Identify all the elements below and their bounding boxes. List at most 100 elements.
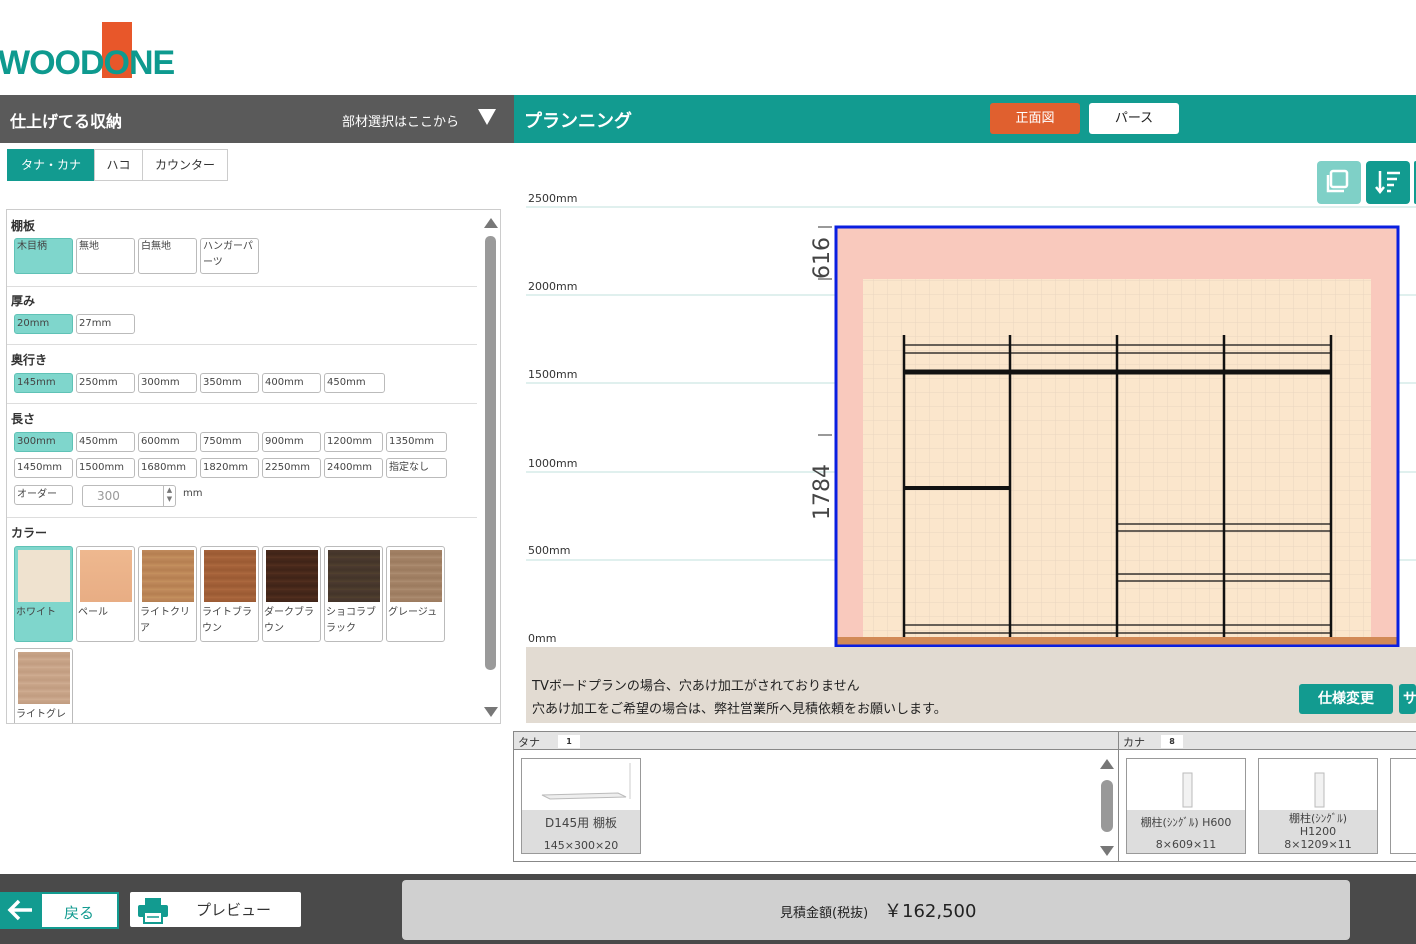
color-swatch-white[interactable]: ホワイト <box>14 546 73 642</box>
part-card[interactable] <box>1390 758 1416 854</box>
scroll-up-icon <box>1100 759 1114 769</box>
color-label: グレージュ <box>388 607 438 618</box>
option-length-750[interactable]: 750mm <box>200 432 259 452</box>
preview-button[interactable]: プレビュー <box>130 892 301 927</box>
part-size: 145×300×20 <box>543 839 619 852</box>
option-depth-145[interactable]: 145mm <box>14 373 73 393</box>
section-title-length: 長さ <box>11 412 36 426</box>
y-label-1000: 1000mm <box>528 457 577 470</box>
divider <box>7 344 477 345</box>
color-sample <box>18 550 70 602</box>
color-swatch-pale[interactable]: ペール <box>76 546 135 642</box>
option-depth-350[interactable]: 350mm <box>200 373 259 393</box>
stepper-arrows-icon[interactable]: ▲ ▼ <box>163 486 175 506</box>
part-card[interactable]: D145用 棚板 145×300×20 <box>521 758 641 854</box>
color-sample <box>328 550 380 602</box>
parts-scrollbar[interactable] <box>1098 754 1116 860</box>
option-thickness-27[interactable]: 27mm <box>76 314 135 334</box>
option-length-1200[interactable]: 1200mm <box>324 432 383 452</box>
parts-panel-title: タナ <box>518 736 540 749</box>
option-length-order[interactable]: オーダー <box>14 485 73 505</box>
option-depth-450[interactable]: 450mm <box>324 373 385 393</box>
front-view-button[interactable]: 正面図 <box>990 103 1080 134</box>
option-length-1820[interactable]: 1820mm <box>200 458 259 478</box>
divider <box>7 286 477 287</box>
part-card[interactable]: 棚柱(ｼﾝｸﾞﾙ) H1200 8×1209×11 <box>1258 758 1378 854</box>
shelf-board-thumbnail <box>541 763 631 800</box>
tab-tana-kana[interactable]: タナ・カナ <box>7 149 95 181</box>
preview-label: プレビュー <box>196 901 272 919</box>
perspective-button[interactable]: パース <box>1089 103 1179 134</box>
logo-text: WOODONE <box>0 44 175 80</box>
order-length-value[interactable]: 300 <box>97 489 120 503</box>
option-length-1680[interactable]: 1680mm <box>138 458 197 478</box>
color-swatch-greige[interactable]: グレージュ <box>386 546 445 642</box>
color-label: ショコラブラック <box>326 607 376 634</box>
option-length-2250[interactable]: 2250mm <box>262 458 321 478</box>
left-panel-title: 仕上げてる収納 <box>10 112 123 131</box>
option-length-1450[interactable]: 1450mm <box>14 458 73 478</box>
divider <box>7 403 477 404</box>
option-shelf-hanger-parts[interactable]: ハンガーパーツ <box>200 238 259 274</box>
left-panel-header: 仕上げてる収納 部材選択はここから <box>0 95 514 143</box>
back-button[interactable]: 戻る <box>0 892 119 929</box>
scroll-thumb <box>1101 780 1113 832</box>
color-label: ライトブラウン <box>202 607 252 634</box>
color-swatch-light-brown[interactable]: ライトブラウン <box>200 546 259 642</box>
option-length-450[interactable]: 450mm <box>76 432 135 452</box>
scroll-down-icon <box>484 707 498 717</box>
estimate-label: 見積金額(税抜) <box>780 906 869 921</box>
color-sample <box>80 550 132 602</box>
parts-panel-header: タナ 1 <box>514 732 1118 750</box>
option-shelf-woodgrain[interactable]: 木目柄 <box>14 238 73 274</box>
woodone-logo: WOODONE <box>0 22 176 80</box>
part-card[interactable]: 棚柱(ｼﾝｸﾞﾙ) H600 8×609×11 <box>1126 758 1246 854</box>
part-name: 棚柱(ｼﾝｸﾞﾙ) H1200 <box>1288 812 1348 838</box>
dropdown-triangle-icon[interactable] <box>478 109 496 125</box>
estimate-total-box: 見積金額(税抜) ￥162,500 <box>402 880 1350 940</box>
option-length-1350[interactable]: 1350mm <box>386 432 447 452</box>
section-title-color: カラー <box>11 526 48 540</box>
back-arrow-icon <box>7 899 32 921</box>
part-selector-label[interactable]: 部材選択はここから <box>342 111 459 130</box>
spec-change-button[interactable]: 仕様変更 <box>1299 684 1393 714</box>
option-length-900[interactable]: 900mm <box>262 432 321 452</box>
option-thickness-20[interactable]: 20mm <box>14 314 73 334</box>
options-scrollbar[interactable] <box>481 210 501 723</box>
option-length-300[interactable]: 300mm <box>14 432 73 452</box>
option-length-2400[interactable]: 2400mm <box>324 458 383 478</box>
option-depth-250[interactable]: 250mm <box>76 373 135 393</box>
post-thumbnail <box>1182 772 1193 808</box>
parts-panel-header: カナ 8 <box>1119 732 1416 750</box>
color-swatch-light-gray[interactable]: ライトグレ <box>14 648 73 723</box>
post-thumbnail <box>1314 772 1325 808</box>
option-depth-400[interactable]: 400mm <box>262 373 321 393</box>
next-action-button[interactable]: サ <box>1399 684 1416 714</box>
tab-hako[interactable]: ハコ <box>94 149 143 181</box>
part-name: 棚柱(ｼﾝｸﾞﾙ) H600 <box>1140 816 1232 829</box>
part-caption: D145用 棚板 145×300×20 <box>522 810 640 853</box>
order-length-stepper[interactable]: 300 ▲ ▼ <box>82 485 176 507</box>
option-shelf-white-plain[interactable]: 白無地 <box>138 238 197 274</box>
option-length-unspecified[interactable]: 指定なし <box>386 458 447 478</box>
front-view-drawing[interactable]: 2500mm 2000mm 1500mm 1000mm 500mm 0mm 61… <box>524 155 1416 730</box>
color-swatch-chocolate-black[interactable]: ショコラブラック <box>324 546 383 642</box>
y-label-2000: 2000mm <box>528 280 577 293</box>
option-depth-300[interactable]: 300mm <box>138 373 197 393</box>
parts-count-badge: 8 <box>1161 735 1183 748</box>
option-length-600[interactable]: 600mm <box>138 432 197 452</box>
option-length-1500[interactable]: 1500mm <box>76 458 135 478</box>
parts-count-badge: 1 <box>558 735 580 748</box>
estimate-value: ￥162,500 <box>884 901 977 922</box>
dim-top-label: 616 <box>810 237 835 279</box>
parts-panel-title: カナ <box>1123 736 1145 749</box>
color-sample <box>266 550 318 602</box>
section-title-thickness: 厚み <box>11 294 36 308</box>
scroll-thumb <box>485 236 496 670</box>
y-label-0: 0mm <box>528 632 556 645</box>
option-shelf-plain[interactable]: 無地 <box>76 238 135 274</box>
parts-panel-tana: タナ 1 D145用 棚板 145×300×20 <box>513 731 1119 862</box>
tab-counter[interactable]: カウンター <box>142 149 228 181</box>
color-swatch-light-clear[interactable]: ライトクリア <box>138 546 197 642</box>
color-swatch-dark-brown[interactable]: ダークブラウン <box>262 546 321 642</box>
